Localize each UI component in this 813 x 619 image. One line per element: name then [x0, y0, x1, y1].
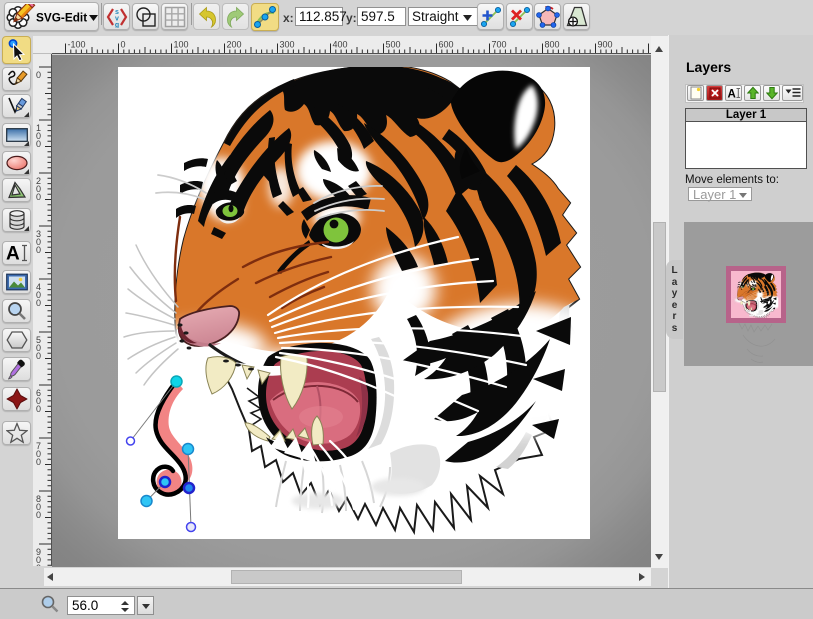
svg-text:400: 400 [333, 40, 348, 50]
svg-text:500: 500 [386, 40, 401, 50]
svg-text:600: 600 [439, 40, 454, 50]
svg-text:A: A [727, 89, 735, 100]
svg-text:800: 800 [36, 494, 41, 520]
svg-text:SVG-Edit: SVG-Edit [36, 11, 87, 25]
svg-text:900: 900 [36, 547, 41, 566]
svg-text:200: 200 [36, 176, 41, 202]
svg-text:100: 100 [174, 40, 189, 50]
svg-text:900: 900 [598, 40, 613, 50]
svg-text:400: 400 [36, 282, 41, 308]
svg-text:A: A [6, 243, 20, 262]
svg-text:100: 100 [36, 123, 41, 149]
svg-text:200: 200 [227, 40, 242, 50]
svg-text:g: g [114, 22, 118, 28]
svg-text:-100: -100 [68, 40, 86, 50]
svg-text:500: 500 [36, 335, 41, 361]
svg-text:700: 700 [36, 441, 41, 467]
svg-text:0: 0 [36, 70, 41, 80]
svg-text:300: 300 [280, 40, 295, 50]
svg-text:600: 600 [36, 388, 41, 414]
svg-text:800: 800 [545, 40, 560, 50]
svg-text:0: 0 [121, 40, 126, 50]
svg-text:300: 300 [36, 229, 41, 255]
svg-text:700: 700 [492, 40, 507, 50]
